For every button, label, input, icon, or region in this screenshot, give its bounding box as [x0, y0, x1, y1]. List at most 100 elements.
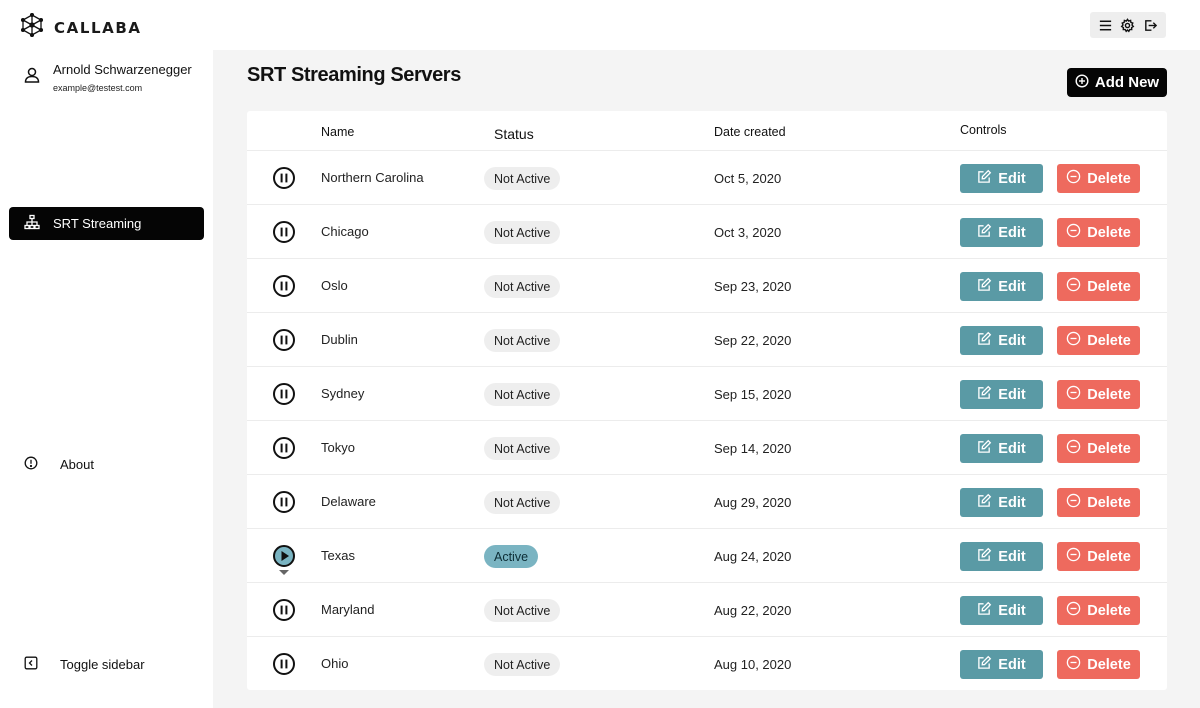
- server-name: Dublin: [321, 332, 358, 347]
- server-name: Sydney: [321, 386, 365, 401]
- main-content: SRT Streaming Servers Add New Name Statu…: [213, 50, 1200, 708]
- user-email: example@testest.com: [53, 83, 143, 93]
- edit-icon: [977, 385, 998, 404]
- delete-label: Delete: [1087, 332, 1131, 349]
- pause-icon[interactable]: [272, 490, 296, 514]
- edit-label: Edit: [998, 656, 1026, 673]
- delete-button[interactable]: Delete: [1057, 164, 1140, 193]
- logout-icon[interactable]: [1143, 18, 1158, 33]
- minus-circle-icon: [1066, 547, 1087, 566]
- pause-icon[interactable]: [272, 436, 296, 460]
- edit-icon: [977, 439, 998, 458]
- top-bar: CALLABA: [0, 0, 1200, 50]
- delete-button[interactable]: Delete: [1057, 218, 1140, 247]
- plus-circle-icon: [1075, 73, 1095, 92]
- edit-button[interactable]: Edit: [960, 596, 1043, 625]
- pause-icon[interactable]: [272, 328, 296, 352]
- edit-icon: [977, 223, 998, 242]
- status-badge: Active: [484, 545, 539, 568]
- edit-button[interactable]: Edit: [960, 218, 1043, 247]
- edit-icon: [977, 493, 998, 512]
- edit-button[interactable]: Edit: [960, 434, 1043, 463]
- date-created: Sep 14, 2020: [714, 441, 792, 456]
- table-row: Dublin Not Active Sep 22, 2020 Edit Delete: [247, 313, 1167, 367]
- sidebar-item-about[interactable]: About: [24, 456, 94, 473]
- minus-circle-icon: [1066, 601, 1087, 620]
- delete-button[interactable]: Delete: [1057, 272, 1140, 301]
- edit-button[interactable]: Edit: [960, 272, 1043, 301]
- server-name: Delaware: [321, 494, 376, 509]
- delete-button[interactable]: Delete: [1057, 542, 1140, 571]
- pause-icon[interactable]: [272, 220, 296, 244]
- sidebar-item-srt-streaming[interactable]: SRT Streaming: [9, 207, 204, 240]
- table-row: Oslo Not Active Sep 23, 2020 Edit Delete: [247, 259, 1167, 313]
- delete-button[interactable]: Delete: [1057, 434, 1140, 463]
- edit-button[interactable]: Edit: [960, 488, 1043, 517]
- pause-icon[interactable]: [272, 652, 296, 676]
- sidebar-item-label: About: [60, 457, 94, 472]
- edit-icon: [977, 655, 998, 674]
- toggle-sidebar-button[interactable]: Toggle sidebar: [24, 656, 145, 673]
- status-badge: Not Active: [484, 599, 561, 622]
- column-header-controls: Controls: [960, 123, 1007, 137]
- edit-label: Edit: [998, 332, 1026, 349]
- date-created: Aug 22, 2020: [714, 603, 792, 618]
- delete-label: Delete: [1087, 494, 1131, 511]
- edit-button[interactable]: Edit: [960, 326, 1043, 355]
- pause-icon[interactable]: [272, 166, 296, 190]
- edit-label: Edit: [998, 170, 1026, 187]
- edit-button[interactable]: Edit: [960, 542, 1043, 571]
- delete-button[interactable]: Delete: [1057, 488, 1140, 517]
- date-created: Oct 5, 2020: [714, 171, 782, 186]
- edit-button[interactable]: Edit: [960, 380, 1043, 409]
- add-new-label: Add New: [1094, 74, 1160, 91]
- chevron-down-icon[interactable]: [279, 570, 289, 575]
- table-row: Northern Carolina Not Active Oct 5, 2020 Ed…: [247, 151, 1167, 205]
- pause-icon[interactable]: [272, 382, 296, 406]
- gear-icon[interactable]: [1120, 17, 1135, 33]
- edit-label: Edit: [998, 224, 1026, 241]
- pause-icon[interactable]: [272, 598, 296, 622]
- app-logo[interactable]: CALLABA: [20, 12, 142, 42]
- user-icon: [22, 62, 53, 93]
- edit-label: Edit: [998, 440, 1026, 457]
- user-profile[interactable]: Arnold Schwarzenegger example@testest.co…: [22, 62, 192, 93]
- edit-button[interactable]: Edit: [960, 164, 1043, 193]
- pause-icon[interactable]: [272, 274, 296, 298]
- delete-label: Delete: [1087, 602, 1131, 619]
- servers-table: Name Status Date created Controls Northe…: [247, 111, 1167, 690]
- app-name: CALLABA: [54, 18, 142, 37]
- minus-circle-icon: [1066, 169, 1087, 188]
- sidebar-item-label: Toggle sidebar: [60, 657, 145, 672]
- server-name: Northern Carolina: [321, 170, 424, 185]
- table-body: Northern Carolina Not Active Oct 5, 2020 Ed…: [247, 151, 1167, 691]
- network-logo-icon: [20, 12, 44, 42]
- date-created: Aug 10, 2020: [714, 657, 792, 672]
- delete-label: Delete: [1087, 440, 1131, 457]
- column-header-date[interactable]: Date created: [714, 125, 786, 139]
- edit-button[interactable]: Edit: [960, 650, 1043, 679]
- status-badge: Not Active: [484, 221, 561, 244]
- edit-label: Edit: [998, 548, 1026, 565]
- delete-button[interactable]: Delete: [1057, 380, 1140, 409]
- menu-icon[interactable]: [1098, 18, 1113, 33]
- table-row: Sydney Not Active Sep 15, 2020 Edit Delete: [247, 367, 1167, 421]
- column-header-status[interactable]: Status: [494, 126, 534, 142]
- delete-button[interactable]: Delete: [1057, 650, 1140, 679]
- minus-circle-icon: [1066, 655, 1087, 674]
- add-new-button[interactable]: Add New: [1067, 68, 1167, 97]
- table-row: Maryland Not Active Aug 22, 2020 Edit Delete: [247, 583, 1167, 637]
- server-name: Maryland: [321, 602, 375, 617]
- play-icon[interactable]: [272, 544, 296, 575]
- delete-button[interactable]: Delete: [1057, 326, 1140, 355]
- sidebar-item-label: SRT Streaming: [53, 216, 142, 231]
- edit-label: Edit: [998, 494, 1026, 511]
- column-header-name[interactable]: Name: [321, 125, 354, 139]
- delete-button[interactable]: Delete: [1057, 596, 1140, 625]
- edit-label: Edit: [998, 278, 1026, 295]
- minus-circle-icon: [1066, 385, 1087, 404]
- top-toolbar: [1090, 12, 1166, 38]
- collapse-sidebar-icon: [24, 656, 60, 673]
- date-created: Sep 23, 2020: [714, 279, 792, 294]
- date-created: Oct 3, 2020: [714, 225, 782, 240]
